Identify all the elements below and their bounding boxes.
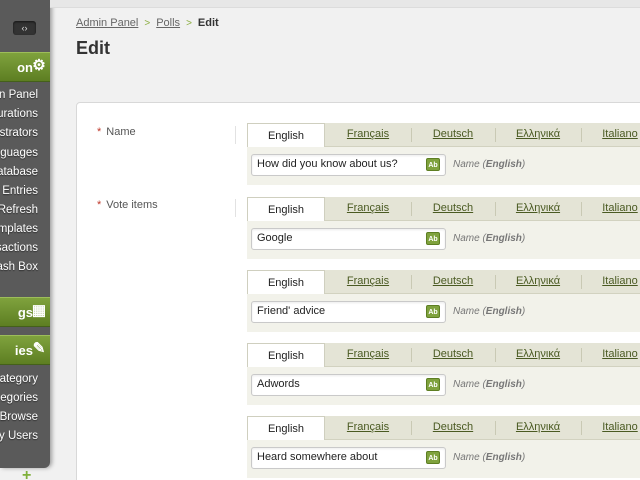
sidebar-item[interactable]: atabase [0, 166, 38, 178]
tab-greek[interactable]: Ελληνικά [495, 343, 582, 367]
tab-francais[interactable]: Français [325, 123, 412, 147]
text-field-icon: Ab [426, 158, 440, 171]
translation-row: Friend' advice Ab Name (English) [247, 294, 640, 332]
sidebar-item[interactable]: istrators [0, 127, 38, 139]
translation-row: How did you know about us? Ab Name (Engl… [247, 147, 640, 185]
tab-greek[interactable]: Ελληνικά [495, 416, 582, 440]
breadcrumb-separator-icon: > [186, 18, 192, 29]
sidebar-item[interactable]: Category [0, 373, 38, 385]
sidebar-item[interactable]: ash Box [0, 261, 38, 273]
tab-francais[interactable]: Français [325, 197, 412, 221]
tab-english[interactable]: English [247, 123, 325, 148]
sidebar-item[interactable]: Refresh [0, 204, 38, 216]
sidebar-item[interactable]: egories [0, 392, 38, 404]
required-mark: * [97, 199, 102, 211]
plus-icon[interactable]: + [22, 468, 34, 480]
tab-deutsch[interactable]: Deutsch [411, 416, 496, 440]
language-tabs: English Français Deutsch Ελληνικά Italia… [247, 416, 640, 441]
field-hint: Name (English) [453, 306, 526, 317]
language-tabs: English Français Deutsch Ελληνικά Italia… [247, 123, 640, 148]
tab-francais[interactable]: Français [325, 343, 412, 367]
sidebar-item[interactable]: urations [0, 108, 38, 120]
divider [235, 199, 236, 217]
calculator-icon: ▦ [31, 302, 47, 319]
sidebar-section-administration[interactable]: on ⚙ [0, 52, 50, 82]
pencil-icon: ✎ [32, 340, 46, 357]
translation-block-vote-item: English Français Deutsch Ελληνικά Italia… [247, 343, 640, 405]
sidebar-item[interactable]: Browse [0, 411, 38, 423]
tab-francais[interactable]: Français [325, 416, 412, 440]
top-bar [50, 0, 640, 8]
sidebar-item[interactable]: on Panel [0, 89, 38, 101]
gear-icon: ⚙ [32, 57, 46, 74]
translation-row: Google Ab Name (English) [247, 221, 640, 259]
sidebar-item[interactable]: mplates [0, 223, 38, 235]
breadcrumb: Admin Panel > Polls > Edit [76, 17, 219, 29]
sidebar-section-categories[interactable]: ies ✎ [0, 335, 50, 365]
language-tabs: English Français Deutsch Ελληνικά Italia… [247, 270, 640, 295]
required-mark: * [97, 126, 102, 138]
field-hint: Name (English) [453, 159, 526, 170]
tab-deutsch[interactable]: Deutsch [411, 343, 496, 367]
text-field-icon: Ab [426, 232, 440, 245]
tab-english[interactable]: English [247, 270, 325, 295]
tab-deutsch[interactable]: Deutsch [411, 270, 496, 294]
tab-english[interactable]: English [247, 416, 325, 441]
tab-deutsch[interactable]: Deutsch [411, 123, 496, 147]
name-input-english[interactable]: How did you know about us? [251, 154, 446, 176]
sidebar-item[interactable]: y Users [0, 430, 38, 442]
tab-greek[interactable]: Ελληνικά [495, 123, 582, 147]
sidebar-item[interactable]: nguages [0, 147, 38, 159]
breadcrumb-current: Edit [197, 17, 219, 29]
breadcrumb-link-admin-panel[interactable]: Admin Panel [76, 17, 138, 29]
sidebar-item[interactable]: Entries [2, 185, 38, 197]
field-hint: Name (English) [453, 452, 526, 463]
breadcrumb-link-polls[interactable]: Polls [156, 17, 180, 29]
tab-english[interactable]: English [247, 197, 325, 222]
tab-greek[interactable]: Ελληνικά [495, 197, 582, 221]
sidebar: ‹› on ⚙ on Panel urations istrators ngua… [0, 0, 50, 468]
tab-italiano[interactable]: Italiano [581, 343, 640, 367]
translation-block-vote-item: English Français Deutsch Ελληνικά Italia… [247, 197, 640, 259]
tab-italiano[interactable]: Italiano [581, 416, 640, 440]
translation-block-vote-item: English Français Deutsch Ελληνικά Italia… [247, 416, 640, 478]
sidebar-section-settings[interactable]: gs ▦ [0, 297, 50, 327]
tab-deutsch[interactable]: Deutsch [411, 197, 496, 221]
vote-item-input-english[interactable]: Google [251, 228, 446, 250]
text-field-icon: Ab [426, 378, 440, 391]
translation-row: Adwords Ab Name (English) [247, 367, 640, 405]
tab-italiano[interactable]: Italiano [581, 197, 640, 221]
sidebar-item[interactable]: sactions [0, 242, 38, 254]
sidebar-toggle-button[interactable]: ‹› [13, 21, 36, 35]
translation-block-vote-item: English Français Deutsch Ελληνικά Italia… [247, 270, 640, 332]
divider [235, 126, 236, 144]
text-field-icon: Ab [426, 305, 440, 318]
vote-item-input-english[interactable]: Adwords [251, 374, 446, 396]
page-title: Edit [76, 38, 110, 58]
tab-greek[interactable]: Ελληνικά [495, 270, 582, 294]
breadcrumb-separator-icon: > [144, 18, 151, 29]
vote-item-input-english[interactable]: Friend' advice [251, 301, 446, 323]
language-tabs: English Français Deutsch Ελληνικά Italia… [247, 197, 640, 222]
language-tabs: English Français Deutsch Ελληνικά Italia… [247, 343, 640, 368]
field-hint: Name (English) [453, 233, 526, 244]
translation-block-name: English Français Deutsch Ελληνικά Italia… [247, 123, 640, 185]
translation-row: Heard somewhere about Ab Name (English) [247, 440, 640, 478]
tab-italiano[interactable]: Italiano [581, 123, 640, 147]
vote-item-input-english[interactable]: Heard somewhere about [251, 447, 446, 469]
tab-italiano[interactable]: Italiano [581, 270, 640, 294]
field-hint: Name (English) [453, 379, 526, 390]
vote-items-field-label: * Vote items [97, 199, 158, 211]
name-field-label: * Name [97, 126, 136, 138]
text-field-icon: Ab [426, 451, 440, 464]
tab-english[interactable]: English [247, 343, 325, 368]
tab-francais[interactable]: Français [325, 270, 412, 294]
